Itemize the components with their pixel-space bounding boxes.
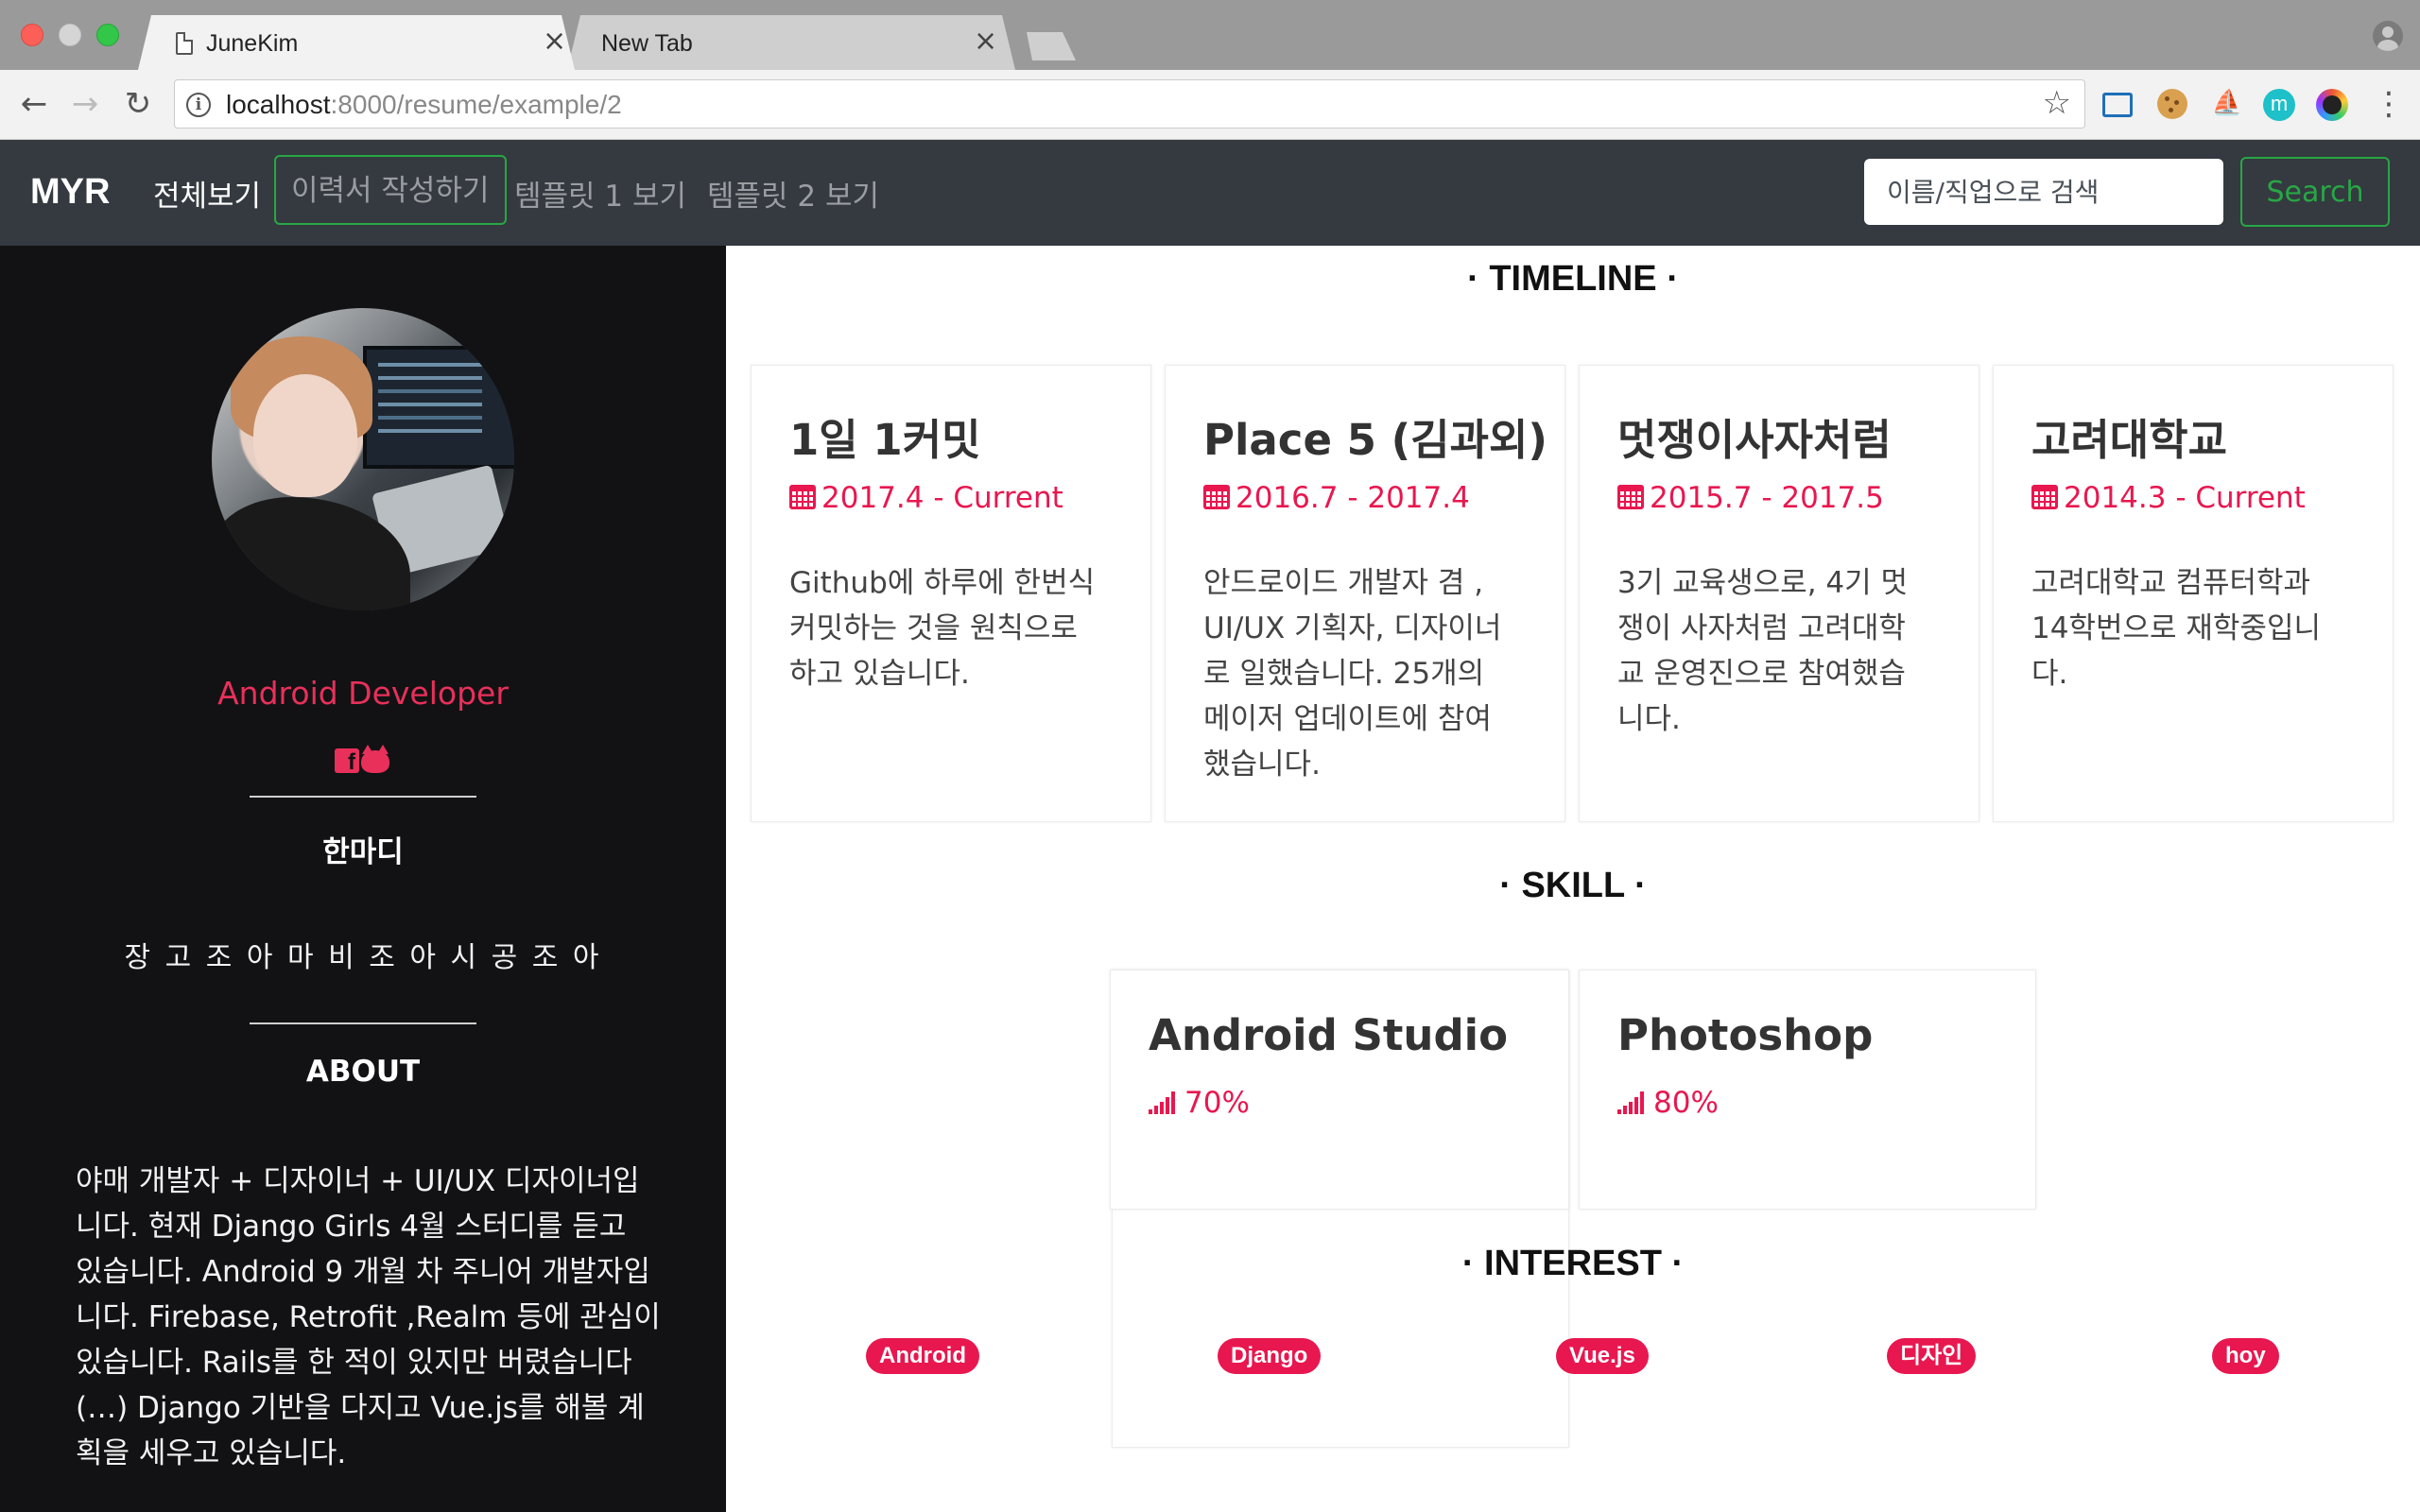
site-navbar: MYR 전체보기 이력서 작성하기 템플릿 1 보기 템플릿 2 보기 Sear…: [0, 140, 2420, 246]
role-title: Android Developer: [217, 675, 509, 712]
browser-tab-strip: JuneKim × New Tab ×: [0, 0, 2420, 70]
about-text: 야매 개발자 + 디자이너 + UI/UX 디자이너입니다. 현재 Django…: [76, 1164, 661, 1470]
timeline-title: · TIMELINE ·: [1467, 259, 1679, 299]
date-text: 2016.7 - 2017.4: [1236, 481, 1470, 515]
close-tab-icon[interactable]: ×: [543, 25, 566, 58]
skill-level-text: 70%: [1184, 1086, 1250, 1120]
calendar-icon: [1203, 485, 1230, 509]
nav-link-template-1[interactable]: 템플릿 1 보기: [514, 172, 686, 215]
timeline-card-title: 1일 1커밋: [789, 415, 981, 465]
timeline-card: 멋쟁이사자처럼 2015.7 - 2017.5 3기 교육생으로, 4기 멋쟁이…: [1579, 365, 1979, 822]
timeline-card: 고려대학교 2014.3 - Current 고려대학교 컴퓨터학과 14학번으…: [1993, 365, 2394, 822]
tab-title: New Tab: [601, 30, 693, 57]
resume-main: · TIMELINE · 1일 1커밋 2017.4 - Current Git…: [726, 246, 2420, 1512]
divider: [250, 796, 476, 798]
url-path: :8000/resume/example/2: [330, 90, 622, 119]
calendar-icon: [1617, 485, 1644, 509]
skill-name: Android Studio: [1149, 1010, 1508, 1060]
close-tab-icon[interactable]: ×: [974, 25, 997, 58]
timeline-card-desc: 고려대학교 컴퓨터학과 14학번으로 재학중입니다.: [2031, 566, 2321, 691]
skill-level: 70%: [1149, 1086, 1250, 1120]
interest-tag[interactable]: Android: [866, 1338, 979, 1374]
social-links: f: [335, 745, 389, 775]
maximize-window-button[interactable]: [96, 24, 119, 46]
close-window-button[interactable]: [21, 24, 43, 46]
github-icon[interactable]: [361, 745, 389, 773]
m-extension-icon[interactable]: m: [2263, 89, 2295, 121]
address-bar[interactable]: i localhost:8000/resume/example/2 ☆: [174, 79, 2085, 129]
timeline-card: 1일 1커밋 2017.4 - Current Github에 하루에 한번식 …: [751, 365, 1151, 822]
profile-icon[interactable]: [2373, 21, 2403, 51]
date-text: 2017.4 - Current: [821, 481, 1063, 515]
timeline-card-desc: 안드로이드 개발자 겸 , UI/UX 기획자, 디자이너로 일했습니다. 25…: [1203, 566, 1502, 782]
skill-title: · SKILL ·: [1499, 866, 1647, 905]
timeline-card-date: 2017.4 - Current: [789, 481, 1063, 515]
minimize-window-button[interactable]: [59, 24, 81, 46]
interest-tag[interactable]: Vue.js: [1556, 1338, 1649, 1374]
skill-level-text: 80%: [1653, 1086, 1719, 1120]
interest-title: · INTEREST ·: [1461, 1244, 1685, 1283]
skill-name: Photoshop: [1617, 1010, 1874, 1060]
timeline-card-title: 고려대학교: [2031, 415, 2228, 465]
timeline-card-date: 2014.3 - Current: [2031, 481, 2306, 515]
interest-tag[interactable]: 디자인: [1887, 1338, 1977, 1374]
timeline-card-date: 2015.7 - 2017.5: [1617, 481, 1884, 515]
nav-link-all[interactable]: 전체보기: [153, 172, 261, 215]
divider: [250, 1022, 476, 1024]
cast-icon[interactable]: [2102, 93, 2133, 117]
signal-icon: [1617, 1091, 1650, 1114]
skill-card: Android Studio 70%: [1110, 970, 1569, 1210]
profile-sidebar: Android Developer f 한마디 장 고 조 아 마 비 조 아 …: [0, 246, 726, 1512]
reload-button[interactable]: ↻: [117, 83, 159, 125]
interest-tag[interactable]: Django: [1218, 1338, 1322, 1374]
document-icon: [176, 32, 193, 55]
date-text: 2015.7 - 2017.5: [1650, 481, 1884, 515]
calendar-icon: [2031, 485, 2058, 509]
signal-icon: [1149, 1091, 1181, 1114]
browser-toolbar: ← → ↻ i localhost:8000/resume/example/2 …: [0, 70, 2420, 140]
timeline-card-title: Place 5 (김과외): [1203, 415, 1547, 465]
skill-card: Photoshop 80%: [1579, 970, 2036, 1210]
tab-title: JuneKim: [206, 30, 299, 57]
bookmark-star-icon[interactable]: ☆: [2043, 84, 2071, 122]
calendar-icon: [789, 485, 816, 509]
facebook-icon[interactable]: f: [335, 748, 359, 775]
forward-button[interactable]: →: [64, 83, 106, 125]
interest-tag[interactable]: hoy: [2212, 1338, 2279, 1374]
cookie-icon[interactable]: [2157, 89, 2187, 119]
timeline-card-desc: Github에 하루에 한번식 커밋하는 것을 원칙으로 하고 있습니다.: [789, 566, 1096, 691]
new-tab-button[interactable]: [1019, 32, 1076, 60]
browser-menu-icon[interactable]: ⋮: [2373, 83, 2405, 125]
timeline-card-title: 멋쟁이사자처럼: [1617, 415, 1892, 465]
timeline-card: Place 5 (김과외) 2016.7 - 2017.4 안드로이드 개발자 …: [1165, 365, 1565, 822]
boat-icon[interactable]: ⛵: [2210, 91, 2244, 115]
hanmadi-heading: 한마디: [322, 835, 404, 869]
avatar: [212, 308, 514, 610]
brand-logo[interactable]: MYR: [30, 172, 110, 213]
hanmadi-text: 장 고 조 아 마 비 조 아 시 공 조 아: [124, 941, 602, 974]
search-input[interactable]: [1864, 159, 2223, 225]
timeline-card-date: 2016.7 - 2017.4: [1203, 481, 1470, 515]
url-text[interactable]: localhost:8000/resume/example/2: [226, 90, 622, 120]
browser-tab-new-tab[interactable]: New Tab ×: [567, 15, 1015, 70]
nav-link-template-2[interactable]: 템플릿 2 보기: [707, 172, 879, 215]
nav-link-write-resume[interactable]: 이력서 작성하기: [274, 155, 507, 225]
date-text: 2014.3 - Current: [2064, 481, 2306, 515]
back-button[interactable]: ←: [13, 83, 55, 125]
search-button[interactable]: Search: [2240, 157, 2390, 227]
browser-tab-junekim[interactable]: JuneKim ×: [138, 15, 575, 70]
about-heading: ABOUT: [305, 1055, 421, 1089]
info-icon[interactable]: i: [186, 93, 211, 117]
color-picker-icon[interactable]: [2316, 89, 2348, 121]
url-host: localhost: [226, 90, 331, 119]
skill-level: 80%: [1617, 1086, 1719, 1120]
timeline-card-desc: 3기 교육생으로, 4기 멋쟁이 사자처럼 고려대학교 운영진으로 참여했습니다…: [1617, 566, 1909, 736]
